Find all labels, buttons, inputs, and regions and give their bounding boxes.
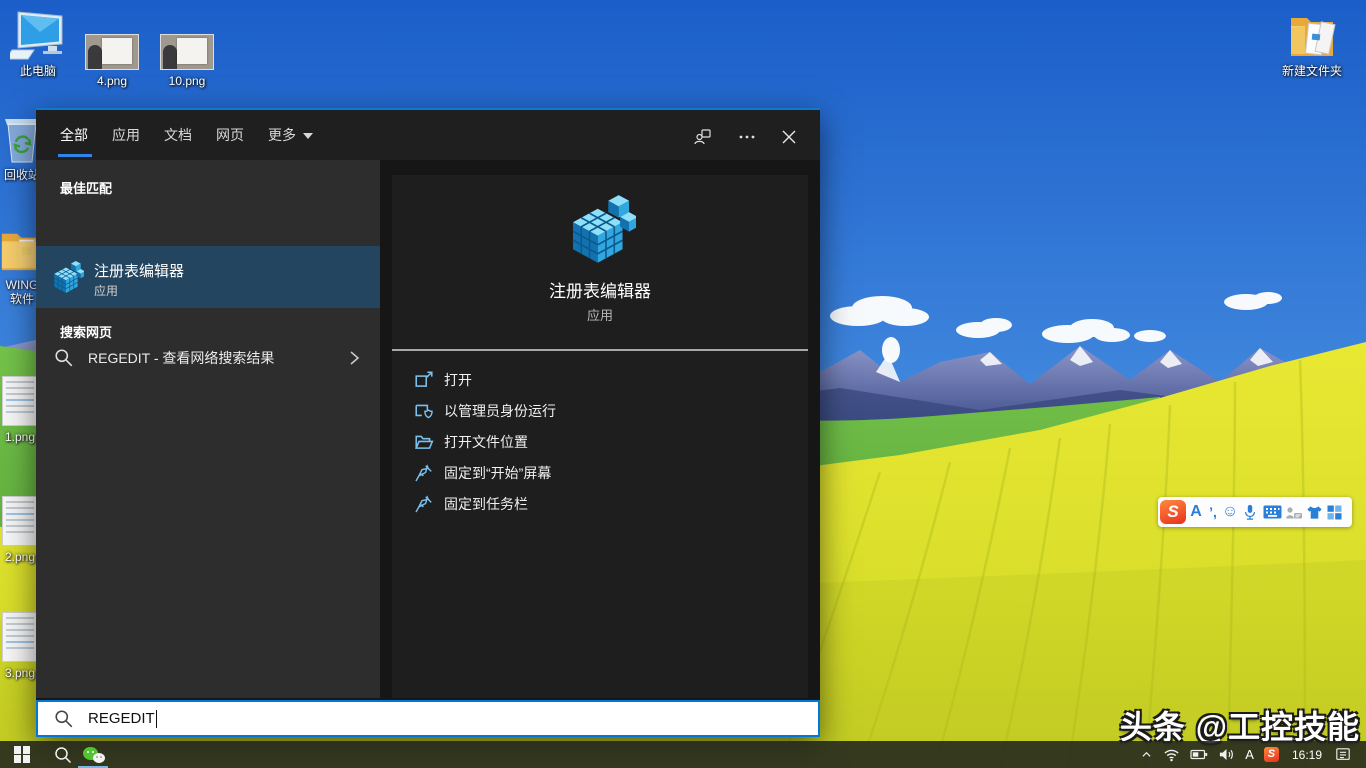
pin-icon bbox=[414, 463, 434, 483]
tray-clock[interactable]: 16:19 bbox=[1284, 741, 1330, 768]
desktop-icon-label: 4.png bbox=[80, 74, 144, 88]
action-pin-to-taskbar[interactable]: 固定到任务栏 bbox=[392, 489, 808, 519]
search-icon bbox=[54, 348, 74, 368]
tab-documents[interactable]: 文档 bbox=[164, 122, 192, 148]
close-button[interactable] bbox=[776, 124, 802, 150]
tab-web[interactable]: 网页 bbox=[216, 122, 244, 148]
search-icon bbox=[54, 709, 74, 729]
best-match-result-registry-editor[interactable]: 注册表编辑器 应用 bbox=[36, 246, 380, 308]
desktop-icon-this-pc[interactable]: 此电脑 bbox=[6, 8, 70, 78]
search-input[interactable]: REGEDIT bbox=[36, 700, 820, 737]
skin-button[interactable] bbox=[1304, 497, 1324, 527]
volume-icon bbox=[1218, 747, 1235, 762]
action-open-file-location[interactable]: 打开文件位置 bbox=[392, 427, 808, 457]
chevron-down-icon bbox=[303, 133, 313, 139]
result-title: 注册表编辑器 bbox=[94, 260, 184, 281]
desktop-screen: 此电脑 4.png 10.png 新建文件夹 bbox=[0, 0, 1366, 768]
tray-battery-button[interactable] bbox=[1185, 741, 1213, 768]
tray-network-button[interactable] bbox=[1158, 741, 1185, 768]
desktop-icon-new-folder[interactable]: 新建文件夹 bbox=[1280, 8, 1344, 78]
microphone-icon bbox=[1242, 503, 1258, 521]
taskbar-wechat-button[interactable] bbox=[80, 741, 108, 768]
tray-ime-mode-button[interactable]: A bbox=[1240, 741, 1259, 768]
selected-tab-underline bbox=[58, 154, 92, 157]
sogou-logo-icon[interactable]: S bbox=[1160, 500, 1186, 524]
tab-all[interactable]: 全部 bbox=[60, 122, 88, 148]
best-match-header: 最佳匹配 bbox=[60, 178, 112, 197]
search-icon bbox=[54, 746, 72, 764]
taskbar: A S 16:19 bbox=[0, 741, 1366, 768]
soft-keyboard-button[interactable] bbox=[1260, 497, 1284, 527]
web-result-text: REGEDIT - 查看网络搜索结果 bbox=[88, 348, 274, 368]
text-caret bbox=[156, 710, 157, 728]
desktop-icon-10png[interactable]: 10.png bbox=[155, 18, 219, 88]
battery-icon bbox=[1190, 748, 1208, 761]
ellipsis-icon bbox=[737, 127, 757, 147]
search-input-value: REGEDIT bbox=[88, 710, 155, 727]
tray-sogou-button[interactable]: S bbox=[1259, 741, 1284, 768]
keyboard-icon bbox=[1263, 505, 1282, 519]
divider bbox=[392, 349, 808, 351]
chevron-right-icon bbox=[348, 349, 360, 367]
pin-icon bbox=[414, 494, 434, 514]
user-card-icon bbox=[1285, 505, 1303, 520]
tab-more[interactable]: 更多 bbox=[268, 122, 313, 148]
image-thumbnail-icon bbox=[80, 18, 144, 70]
punctuation-toggle[interactable]: ’, bbox=[1206, 497, 1220, 527]
tray-volume-button[interactable] bbox=[1213, 741, 1240, 768]
action-open[interactable]: 打开 bbox=[392, 365, 808, 395]
registry-editor-icon bbox=[50, 260, 84, 294]
desktop-icon-4png[interactable]: 4.png bbox=[80, 18, 144, 88]
taskbar-search-button[interactable] bbox=[44, 741, 82, 768]
wifi-icon bbox=[1163, 747, 1180, 762]
grid-icon bbox=[1327, 505, 1342, 520]
result-detail-panel: 注册表编辑器 应用 打开 以管理员身份运行 打开文件位置 bbox=[392, 175, 808, 698]
search-flyout-window: 全部 应用 文档 网页 更多 bbox=[36, 108, 820, 737]
search-results-panel: 最佳匹配 注册表编辑器 应用 搜索网页 REGEDIT - 查看网络搜索结果 bbox=[36, 160, 380, 698]
sogou-input-toolbar: S A ’, ☺ bbox=[1158, 497, 1352, 527]
person-feedback-icon bbox=[693, 127, 713, 147]
tab-apps[interactable]: 应用 bbox=[112, 122, 140, 148]
run-as-admin-icon bbox=[414, 401, 434, 421]
start-button[interactable] bbox=[0, 741, 44, 768]
open-file-location-icon bbox=[414, 432, 434, 452]
this-pc-icon bbox=[6, 8, 70, 60]
action-center-icon bbox=[1335, 747, 1351, 762]
tray-action-center-button[interactable] bbox=[1330, 741, 1356, 768]
system-tray: A S 16:19 bbox=[1135, 741, 1356, 768]
desktop-icon-label: 此电脑 bbox=[6, 64, 70, 78]
more-options-button[interactable] bbox=[734, 124, 760, 150]
folder-icon bbox=[1280, 8, 1344, 60]
ime-language-toggle[interactable]: A bbox=[1186, 497, 1206, 527]
search-header: 全部 应用 文档 网页 更多 bbox=[36, 110, 820, 160]
detail-app-name: 注册表编辑器 bbox=[392, 277, 808, 302]
feedback-button[interactable] bbox=[690, 124, 716, 150]
wechat-icon bbox=[83, 745, 106, 764]
result-type: 应用 bbox=[94, 282, 118, 299]
detail-app-type: 应用 bbox=[392, 305, 808, 324]
account-button[interactable] bbox=[1284, 497, 1304, 527]
tray-expand-button[interactable] bbox=[1135, 741, 1158, 768]
windows-logo-icon bbox=[14, 746, 31, 763]
image-thumbnail-icon bbox=[155, 18, 219, 70]
desktop-icon-label: 10.png bbox=[155, 74, 219, 88]
voice-input-button[interactable] bbox=[1240, 497, 1260, 527]
chevron-up-icon bbox=[1140, 748, 1153, 761]
tshirt-icon bbox=[1306, 505, 1323, 520]
emoji-button[interactable]: ☺ bbox=[1220, 497, 1240, 527]
web-search-result[interactable]: REGEDIT - 查看网络搜索结果 bbox=[36, 336, 380, 380]
desktop-icon-label: 新建文件夹 bbox=[1280, 64, 1344, 78]
close-icon bbox=[781, 129, 797, 145]
sogou-icon: S bbox=[1264, 747, 1279, 762]
toolbox-button[interactable] bbox=[1324, 497, 1344, 527]
registry-editor-icon-large bbox=[564, 193, 636, 265]
open-icon bbox=[414, 370, 434, 390]
action-pin-to-start[interactable]: 固定到“开始”屏幕 bbox=[392, 458, 808, 488]
action-run-as-admin[interactable]: 以管理员身份运行 bbox=[392, 396, 808, 426]
